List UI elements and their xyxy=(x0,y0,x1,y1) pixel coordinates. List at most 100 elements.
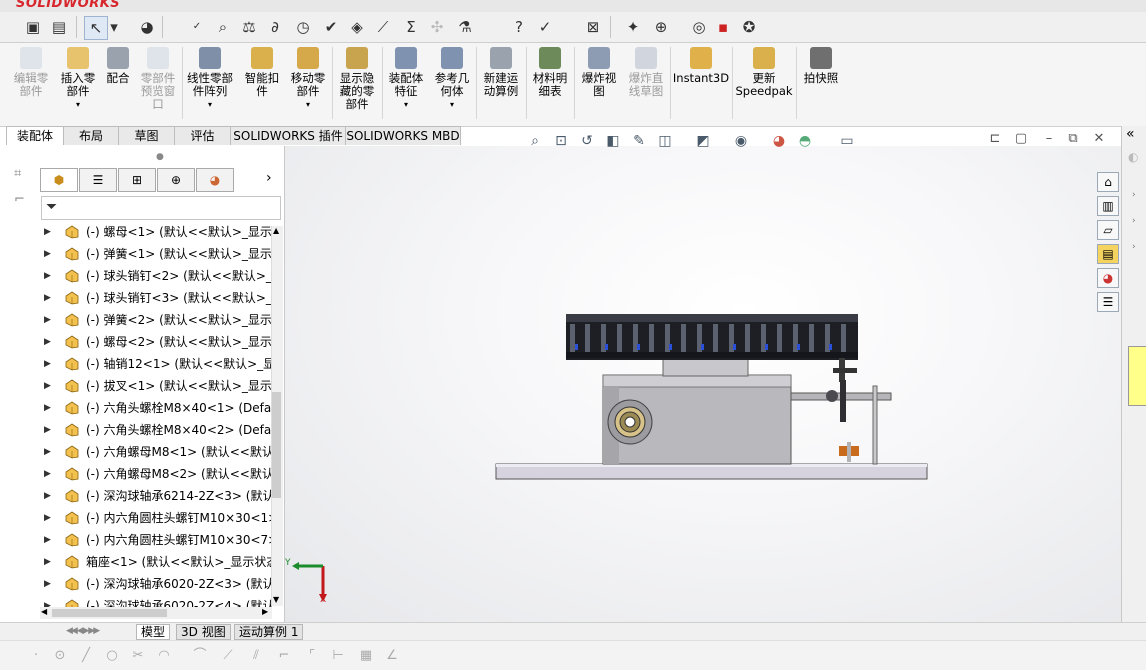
minimize-icon[interactable]: – xyxy=(1040,130,1058,148)
expand-arrow-icon[interactable]: ▶ xyxy=(44,354,51,374)
angle-icon[interactable]: ∠ xyxy=(384,649,400,663)
expand-arrow-icon[interactable]: ▶ xyxy=(44,442,51,462)
corner-icon[interactable]: ⌐ xyxy=(276,649,292,663)
view-orientation-icon[interactable]: ◫ xyxy=(654,130,676,152)
zoom-area-icon[interactable]: ⊡ xyxy=(550,130,572,152)
edit-appearance-icon[interactable]: ◕ xyxy=(768,130,790,152)
expand-arrow-icon[interactable]: ▶ xyxy=(44,398,51,418)
tab-solidworks-mbd[interactable]: SOLIDWORKS MBD xyxy=(345,126,461,145)
update-speedpak-button[interactable]: 更新 Speedpak xyxy=(734,47,794,121)
tab-assembly[interactable]: 装配体 xyxy=(6,126,64,145)
zoom-to-fit-icon[interactable]: ⌕ xyxy=(524,130,546,152)
dimxpert-manager-tab[interactable]: ⊕ xyxy=(157,168,195,192)
options-icon[interactable]: ◎ xyxy=(688,16,710,38)
design-library-icon[interactable]: ▥ xyxy=(1097,196,1119,216)
tree-hscroll-thumb[interactable] xyxy=(52,609,167,617)
expand-arrow-icon[interactable]: ▶ xyxy=(44,376,51,396)
pin-icon[interactable]: ⌗ xyxy=(14,166,32,182)
expand-arrow-icon[interactable]: ▶ xyxy=(44,222,51,242)
tab-nav-arrows-icon[interactable]: ◀◀ ◀ ▶ ▶▶ xyxy=(66,626,100,636)
hole-alignment-icon[interactable]: ⟋ xyxy=(372,16,394,38)
instant3d-button[interactable]: Instant3D xyxy=(672,47,730,121)
mass-icon[interactable]: ⚖ xyxy=(238,16,260,38)
sum-icon[interactable]: Σ xyxy=(400,16,422,38)
section-view-icon[interactable]: ◧ xyxy=(602,130,624,152)
maximize-icon[interactable]: ⧉ xyxy=(1064,130,1082,148)
performance-icon[interactable]: ◷ xyxy=(292,16,314,38)
smart-fasteners-button[interactable]: 智能扣 件 xyxy=(240,47,284,121)
tab-solidworks-addins[interactable]: SOLIDWORKS 插件 xyxy=(230,126,346,145)
grid-icon[interactable]: ▦ xyxy=(358,649,374,663)
spelling-icon[interactable]: ✓ xyxy=(186,16,208,38)
expand-arrow-icon[interactable]: ▶ xyxy=(44,508,51,528)
delete-icon[interactable]: ▪ xyxy=(712,16,734,38)
sketch-icon[interactable]: ⌐ xyxy=(14,192,32,208)
display-icon[interactable]: ⊠ xyxy=(582,16,604,38)
feature-manager-tab[interactable]: ⬢ xyxy=(40,168,78,192)
apply-scene-icon[interactable]: ◓ xyxy=(794,130,816,152)
tab-3d-views[interactable]: 3D 视图 xyxy=(176,624,231,640)
graphics-area[interactable]: Y X xyxy=(285,146,1121,622)
check-options-icon[interactable]: ✓ xyxy=(534,16,556,38)
scroll-left-icon[interactable]: ◀ xyxy=(41,607,47,616)
arrow-icon[interactable]: › xyxy=(1132,216,1136,226)
tab-layout[interactable]: 布局 xyxy=(63,126,119,145)
equation-icon[interactable]: ∂ xyxy=(264,16,286,38)
property-manager-tab[interactable]: ☰ xyxy=(79,168,117,192)
help-icon[interactable]: ? xyxy=(508,16,530,38)
expand-arrow-icon[interactable]: ▶ xyxy=(44,266,51,286)
hide-show-items-icon[interactable]: ◉ xyxy=(730,130,752,152)
expand-arrow-icon[interactable]: ▶ xyxy=(44,244,51,264)
scroll-right-icon[interactable]: ▶ xyxy=(262,607,268,616)
move-component-button[interactable]: 移动零 部件 ▾ xyxy=(286,47,330,121)
arc-icon[interactable]: ◠ xyxy=(156,649,172,663)
reference-geometry-button[interactable]: 参考几 何体 ▾ xyxy=(430,47,474,121)
edit-component-button[interactable]: 编辑零 部件 xyxy=(8,47,54,121)
view-settings-icon[interactable]: ▭ xyxy=(836,130,858,152)
restore-view-icon[interactable]: ⊏ xyxy=(986,130,1004,148)
tab-model[interactable]: 模型 xyxy=(136,624,171,640)
custom-properties-icon[interactable]: ☰ xyxy=(1097,292,1119,312)
chamfer-icon[interactable]: ⟋ xyxy=(220,649,236,663)
expand-arrow-icon[interactable]: ▶ xyxy=(44,530,51,550)
insert-component-button[interactable]: 插入零 部件 ▾ xyxy=(56,47,100,121)
expand-arrow-icon[interactable]: ▶ xyxy=(44,332,51,352)
render-icon[interactable]: ✦ xyxy=(622,16,644,38)
expand-arrow-icon[interactable]: ▶ xyxy=(44,420,51,440)
display-style-icon[interactable]: ◩ xyxy=(692,130,714,152)
expand-arrow-icon[interactable]: ▶ xyxy=(44,552,51,572)
component-preview-button[interactable]: 零部件 预览窗 口 xyxy=(136,47,180,121)
dropdown-icon[interactable]: ▾ xyxy=(108,16,120,38)
clearance-icon[interactable]: ✣ xyxy=(426,16,448,38)
mate-button[interactable]: 配合 xyxy=(102,47,134,121)
new-icon[interactable]: ▣ xyxy=(22,16,44,38)
scroll-down-icon[interactable]: ▼ xyxy=(273,595,279,604)
linear-pattern-button[interactable]: 线性零部 件阵列 ▾ xyxy=(184,47,236,121)
appearance-icon[interactable]: ◕ xyxy=(136,16,158,38)
file-explorer-icon[interactable]: ▱ xyxy=(1097,220,1119,240)
bill-of-materials-button[interactable]: 材料明 细表 xyxy=(528,47,572,121)
design-check-icon[interactable]: ⚗ xyxy=(454,16,476,38)
ellipse-icon[interactable]: ○ xyxy=(104,649,120,663)
plugin-icon[interactable]: ⊕ xyxy=(650,16,672,38)
tab-evaluate[interactable]: 评估 xyxy=(174,126,231,145)
exploded-view-button[interactable]: 爆炸视 图 xyxy=(576,47,622,121)
interference-icon[interactable]: ◈ xyxy=(346,16,368,38)
show-hidden-components-button[interactable]: 显示隐 藏的零 部件 xyxy=(334,47,380,121)
new-motion-study-button[interactable]: 新建运 动算例 xyxy=(478,47,524,121)
tab-motion-study[interactable]: 运动算例 1 xyxy=(234,624,304,640)
assembly-features-button[interactable]: 装配体 特征 ▾ xyxy=(384,47,428,121)
dynamic-annotation-icon[interactable]: ✎ xyxy=(628,130,650,152)
trim-icon[interactable]: ✂ xyxy=(130,649,146,663)
text-icon[interactable]: ⌜ xyxy=(304,649,320,663)
back-icon[interactable]: ◐ xyxy=(1128,150,1138,164)
select-icon[interactable]: ↖ xyxy=(84,16,108,40)
expand-arrow-icon[interactable]: ▶ xyxy=(44,464,51,484)
display-manager-tab[interactable]: ◕ xyxy=(196,168,234,192)
check-icon[interactable]: ✔ xyxy=(320,16,342,38)
arrow-icon[interactable]: › xyxy=(1132,190,1136,200)
filter-icon[interactable]: ⏷ xyxy=(46,199,57,215)
previous-view-icon[interactable]: ↺ xyxy=(576,130,598,152)
arrow-icon[interactable]: › xyxy=(1132,242,1136,252)
dimension-icon[interactable]: ⊢ xyxy=(330,649,346,663)
